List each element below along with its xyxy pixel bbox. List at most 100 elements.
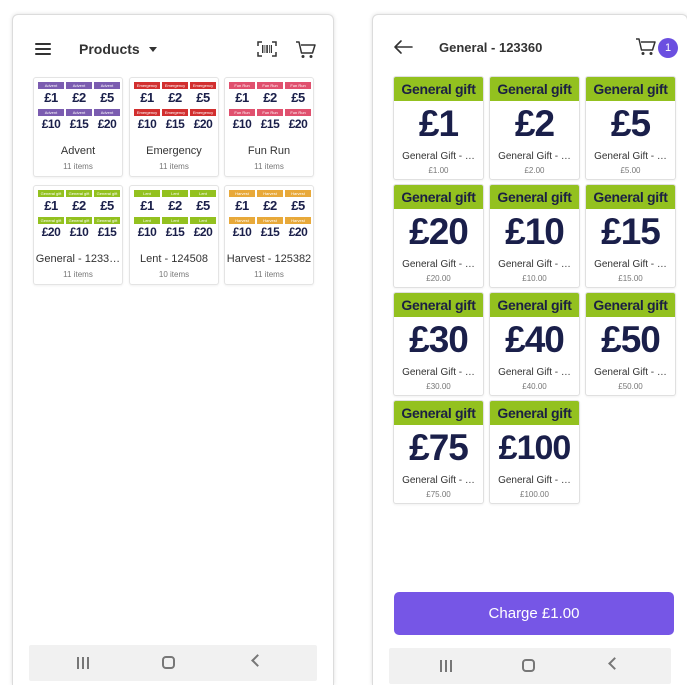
category-card[interactable]: Emergency £1 Emergency £2 Emergency £5 Emergen…: [129, 77, 219, 177]
thumbnail-tile: Fun Run £5: [285, 82, 311, 106]
category-item-count: 11 items: [254, 162, 284, 171]
tile-amount: £20: [41, 225, 61, 239]
barcode-icon[interactable]: [257, 41, 277, 57]
tile-amount: £20: [288, 117, 308, 131]
product-banner: General gift: [586, 293, 675, 317]
tile-amount: £15: [260, 225, 280, 239]
system-nav-bar: [389, 648, 671, 684]
cart-icon[interactable]: [295, 41, 317, 59]
product-banner: General gift: [586, 185, 675, 209]
thumbnail-tile: Lent £20: [190, 217, 216, 241]
thumbnail-tile: Fun Run £2: [257, 82, 283, 106]
tile-amount: £5: [100, 198, 114, 213]
tile-strip: Emergency: [190, 109, 216, 116]
thumbnail-tile: General gift £10: [66, 217, 92, 241]
product-name: General Gift - …: [402, 367, 475, 378]
arrow-left-icon[interactable]: [393, 39, 413, 55]
product-card[interactable]: General gift £100 General Gift - … £100.00: [489, 400, 580, 504]
product-banner: General gift: [394, 401, 483, 425]
product-card[interactable]: General gift £30 General Gift - … £30.00: [393, 292, 484, 396]
tile-strip: Lent: [162, 190, 188, 197]
thumbnail-tile: Fun Run £20: [285, 109, 311, 133]
thumbnail-tile: Advent £10: [38, 109, 64, 133]
nav-back-icon[interactable]: [251, 654, 264, 667]
tile-strip: Emergency: [190, 82, 216, 89]
category-name: Fun Run: [247, 145, 291, 157]
product-name: General Gift - …: [498, 259, 571, 270]
tile-strip: Advent: [66, 109, 92, 116]
category-name: General - 1233…: [35, 253, 121, 265]
product-amount: £40: [505, 319, 565, 360]
product-card[interactable]: General gift £75 General Gift - … £75.00: [393, 400, 484, 504]
tile-amount: £2: [168, 198, 182, 213]
thumbnail-tile: Fun Run £1: [229, 82, 255, 106]
product-card[interactable]: General gift £2 General Gift - … £2.00: [489, 76, 580, 180]
product-card[interactable]: General gift £15 General Gift - … £15.00: [585, 184, 676, 288]
product-card[interactable]: General gift £10 General Gift - … £10.00: [489, 184, 580, 288]
tile-strip: Advent: [94, 82, 120, 89]
tile-strip: General gift: [38, 217, 64, 224]
thumbnail-tile: Fun Run £10: [229, 109, 255, 133]
tile-strip: Lent: [190, 190, 216, 197]
product-card[interactable]: General gift £1 General Gift - … £1.00: [393, 76, 484, 180]
category-item-count: 10 items: [158, 270, 190, 279]
page-title: General - 123360: [439, 40, 543, 55]
product-amount: £2: [514, 103, 555, 144]
category-name: Harvest - 125382: [226, 253, 312, 265]
hamburger-icon[interactable]: [35, 43, 51, 55]
home-icon[interactable]: [162, 656, 175, 669]
tile-strip: Harvest: [229, 217, 255, 224]
recents-icon[interactable]: [440, 660, 454, 672]
product-amount: £5: [610, 103, 651, 144]
tile-strip: Lent: [134, 190, 160, 197]
thumbnail-tile: Emergency £2: [162, 82, 188, 106]
product-card[interactable]: General gift £50 General Gift - … £50.00: [585, 292, 676, 396]
tile-amount: £5: [291, 90, 305, 105]
category-item-count: 11 items: [254, 270, 284, 279]
product-name: General Gift - …: [402, 151, 475, 162]
thumbnail-tile: Emergency £1: [134, 82, 160, 106]
product-name: General Gift - …: [498, 367, 571, 378]
tile-strip: Harvest: [257, 190, 283, 197]
thumbnail-tile: Emergency £5: [190, 82, 216, 106]
tile-strip: Emergency: [134, 82, 160, 89]
thumbnail-tile: Lent £2: [162, 190, 188, 214]
product-list-screen: General - 123360 1 General gift £1 General…: [372, 14, 687, 685]
cart-icon[interactable]: [635, 38, 657, 56]
category-card[interactable]: Lent £1 Lent £2 Lent £5 Lent £10 Lent £15 Lent £20 L…: [129, 185, 219, 285]
tile-strip: Lent: [162, 217, 188, 224]
product-amount: £10: [505, 211, 565, 252]
thumbnail-tile: Lent £1: [134, 190, 160, 214]
category-item-count: 11 items: [63, 162, 93, 171]
nav-back-icon[interactable]: [608, 657, 621, 670]
product-price: £1.00: [428, 166, 449, 175]
product-price: £50.00: [618, 382, 643, 391]
category-thumbnail: Harvest £1 Harvest £2 Harvest £5 Harvest £10 Har…: [229, 190, 311, 242]
home-icon[interactable]: [522, 659, 535, 672]
product-price: £30.00: [426, 382, 451, 391]
product-card[interactable]: General gift £40 General Gift - … £40.00: [489, 292, 580, 396]
page-title[interactable]: Products: [79, 41, 140, 57]
tile-amount: £10: [137, 225, 157, 239]
tile-amount: £20: [193, 117, 213, 131]
tile-amount: £2: [72, 90, 86, 105]
tile-amount: £2: [263, 198, 277, 213]
tile-amount: £5: [196, 198, 210, 213]
product-card[interactable]: General gift £5 General Gift - … £5.00: [585, 76, 676, 180]
product-name: General Gift - …: [594, 367, 667, 378]
chevron-down-icon[interactable]: [149, 47, 157, 52]
app-header: Products: [13, 15, 333, 79]
tile-amount: £10: [232, 117, 252, 131]
product-card[interactable]: General gift £20 General Gift - … £20.00: [393, 184, 484, 288]
tile-strip: General gift: [94, 190, 120, 197]
category-card[interactable]: Harvest £1 Harvest £2 Harvest £5 Harvest £10 Har…: [224, 185, 314, 285]
product-banner: General gift: [490, 293, 579, 317]
tile-strip: Advent: [66, 82, 92, 89]
charge-button[interactable]: Charge £1.00: [394, 592, 674, 635]
tile-strip: Emergency: [162, 109, 188, 116]
recents-icon[interactable]: [77, 657, 91, 669]
thumbnail-tile: Harvest £2: [257, 190, 283, 214]
category-card[interactable]: General gift £1 General gift £2 General gift…: [33, 185, 123, 285]
category-card[interactable]: Advent £1 Advent £2 Advent £5 Advent £10 Advent £…: [33, 77, 123, 177]
category-card[interactable]: Fun Run £1 Fun Run £2 Fun Run £5 Fun Run £10 Fun…: [224, 77, 314, 177]
